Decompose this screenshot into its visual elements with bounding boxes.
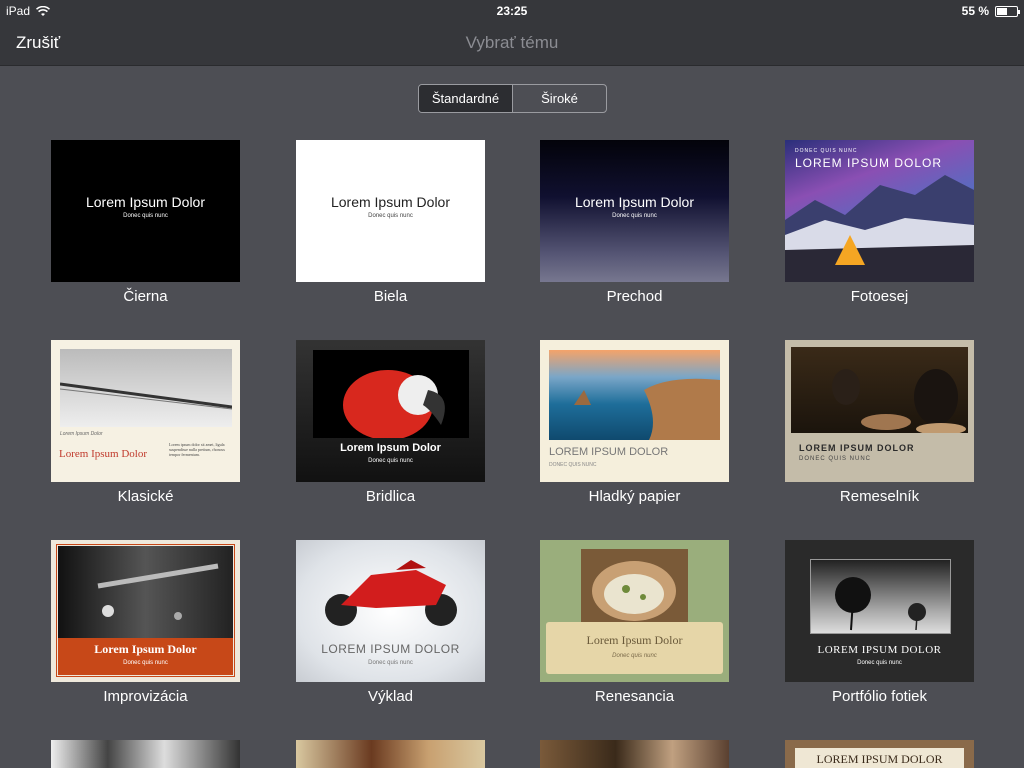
parrot-photo bbox=[313, 350, 469, 440]
thumb-title: LOREM IPSUM DOLOR bbox=[816, 752, 943, 766]
coast-photo bbox=[549, 350, 720, 440]
pottery-photo bbox=[791, 347, 968, 435]
thumb-title: Lorem Ipsum Dolor bbox=[586, 633, 683, 647]
theme-label: Bridlica bbox=[365, 488, 416, 505]
thumb-subtitle: Donec quis nunc bbox=[368, 458, 413, 464]
thumb-title: Lorem Ipsum Dolor bbox=[94, 642, 197, 656]
theme-label: Čierna bbox=[123, 288, 168, 305]
thumb-subtitle: Donec quis nunc bbox=[368, 213, 413, 219]
thumb-body: Lorem ipsum dolor sit amet, ligula suspe… bbox=[169, 442, 225, 458]
navigation-bar: Zrušiť Vybrať tému bbox=[0, 22, 1024, 66]
theme-label: Portfólio fotiek bbox=[831, 688, 928, 705]
size-segmented-control: Štandardné Široké bbox=[418, 84, 607, 113]
tree-photo bbox=[810, 559, 951, 634]
thumb-subtitle: Donec quis nunc bbox=[612, 653, 657, 659]
theme-label: Výklad bbox=[367, 688, 414, 705]
thumb-title: Lorem Ipsum Dolor bbox=[574, 194, 695, 210]
theme-thumbnail[interactable]: Lorem Ipsum Dolor Donec quis nunc bbox=[296, 140, 485, 282]
battery-icon bbox=[995, 5, 1020, 17]
theme-thumbnail[interactable]: LOREM IPSUM DOLOR bbox=[785, 740, 974, 768]
theme-row4-4[interactable]: LOREM IPSUM DOLOR bbox=[785, 740, 974, 768]
theme-label: Improvizácia bbox=[103, 688, 188, 705]
theme-label: Fotoesej bbox=[850, 288, 909, 305]
thumb-title: LOREM IPSUM DOLOR bbox=[321, 642, 460, 656]
thumb-title: LOREM IPSUM DOLOR bbox=[549, 446, 669, 458]
theme-fotoesej[interactable]: DONEC QUIS NUNC LOREM IPSUM DOLOR Fotoes… bbox=[785, 140, 974, 305]
status-right: 55 % bbox=[961, 4, 1020, 18]
thumb-title: Lorem Ipsum Dolor bbox=[330, 194, 451, 210]
battery-fill bbox=[997, 7, 1008, 15]
segment-standard[interactable]: Štandardné bbox=[419, 85, 512, 112]
theme-remeselnik[interactable]: LOREM IPSUM DOLOR DONEC QUIS NUNC Remese… bbox=[785, 340, 974, 505]
theme-thumbnail[interactable]: LOREM IPSUM DOLOR Donec quis nunc bbox=[296, 540, 485, 682]
thumb-subtitle: Donec quis nunc bbox=[368, 660, 413, 666]
page-title: Vybrať tému bbox=[465, 33, 559, 52]
thumb-title: LOREM IPSUM DOLOR bbox=[795, 156, 943, 170]
thumb-subtitle: Donec quis nunc bbox=[857, 660, 902, 666]
theme-thumbnail[interactable]: Lorem Ipsum Dolor Donec quis nunc bbox=[51, 140, 240, 282]
thumb-title: Lorem Ipsum Dolor bbox=[85, 194, 206, 210]
trumpet-photo bbox=[58, 546, 233, 638]
theme-prechod[interactable]: Lorem Ipsum Dolor Donec quis nunc Precho… bbox=[540, 140, 729, 305]
theme-thumbnail[interactable]: Lorem Ipsum Dolor Donec quis nunc bbox=[51, 540, 240, 682]
parchment-banner bbox=[546, 622, 723, 674]
theme-row4-3[interactable] bbox=[540, 740, 729, 768]
theme-portfolio-fotiek[interactable]: LOREM IPSUM DOLOR Donec quis nunc Portfó… bbox=[785, 540, 974, 705]
theme-thumbnail[interactable]: LOREM IPSUM DOLOR DONEC QUIS NUNC bbox=[785, 340, 974, 482]
thumb-title: Lorem Ipsum Dolor bbox=[340, 442, 441, 454]
theme-improvizacia[interactable]: Lorem Ipsum Dolor Donec quis nunc Improv… bbox=[51, 540, 240, 705]
thumb-subtitle: DONEC QUIS NUNC bbox=[799, 456, 872, 462]
segment-wide[interactable]: Široké bbox=[512, 85, 606, 112]
theme-thumbnail[interactable] bbox=[540, 740, 729, 768]
thumb-subtitle: Donec quis nunc bbox=[612, 213, 657, 219]
thumb-title: LOREM IPSUM DOLOR bbox=[817, 644, 942, 656]
theme-thumbnail[interactable]: Lorem Ipsum Dolor Donec quis nunc bbox=[540, 540, 729, 682]
theme-bridlica[interactable]: Lorem Ipsum Dolor Donec quis nunc Bridli… bbox=[296, 340, 485, 505]
status-time: 23:25 bbox=[496, 4, 528, 18]
theme-thumbnail[interactable]: Lorem Ipsum Dolor Lorem Ipsum Dolor Lore… bbox=[51, 340, 240, 482]
theme-thumbnail[interactable]: LOREM IPSUM DOLOR Donec quis nunc bbox=[785, 540, 974, 682]
bridge-photo bbox=[59, 349, 233, 427]
theme-row4-1[interactable] bbox=[51, 740, 240, 768]
food-photo bbox=[581, 549, 688, 629]
theme-row4-2[interactable] bbox=[296, 740, 485, 768]
thumb-subtitle: Lorem Ipsum Dolor bbox=[60, 431, 103, 437]
theme-label: Prechod bbox=[606, 288, 663, 305]
theme-label: Remeselník bbox=[839, 488, 920, 505]
theme-thumbnail[interactable]: Lorem Ipsum Dolor Donec quis nunc bbox=[540, 140, 729, 282]
thumb-subtitle: DONEC QUIS NUNC bbox=[549, 462, 597, 468]
theme-label: Hladký papier bbox=[588, 488, 681, 505]
theme-thumbnail[interactable] bbox=[51, 740, 240, 768]
thumb-subtitle: Donec quis nunc bbox=[123, 213, 168, 219]
theme-thumbnail[interactable] bbox=[296, 740, 485, 768]
thumb-title: Lorem Ipsum Dolor bbox=[59, 448, 147, 460]
theme-thumbnail[interactable]: LOREM IPSUM DOLOR DONEC QUIS NUNC bbox=[540, 340, 729, 482]
theme-label: Renesancia bbox=[594, 688, 675, 705]
theme-label: Klasické bbox=[117, 488, 174, 505]
theme-biela[interactable]: Lorem Ipsum Dolor Donec quis nunc Biela bbox=[296, 140, 485, 305]
theme-klasicke[interactable]: Lorem Ipsum Dolor Lorem Ipsum Dolor Lore… bbox=[51, 340, 240, 505]
thumb-subtitle: Donec quis nunc bbox=[123, 660, 168, 666]
theme-renesancia[interactable]: Lorem Ipsum Dolor Donec quis nunc Renesa… bbox=[540, 540, 729, 705]
theme-thumbnail[interactable]: Lorem Ipsum Dolor Donec quis nunc bbox=[296, 340, 485, 482]
theme-label: Biela bbox=[373, 288, 408, 305]
battery-percent: 55 % bbox=[961, 4, 989, 18]
thumb-subtitle: DONEC QUIS NUNC bbox=[795, 148, 858, 154]
theme-cierna[interactable]: Lorem Ipsum Dolor Donec quis nunc Čierna bbox=[51, 140, 240, 305]
theme-thumbnail[interactable]: DONEC QUIS NUNC LOREM IPSUM DOLOR bbox=[785, 140, 974, 282]
status-bar: iPad 23:25 55 % bbox=[0, 0, 1024, 22]
theme-vyklad[interactable]: LOREM IPSUM DOLOR Donec quis nunc Výklad bbox=[296, 540, 485, 705]
theme-hladky-papier[interactable]: LOREM IPSUM DOLOR DONEC QUIS NUNC Hladký… bbox=[540, 340, 729, 505]
thumb-title: LOREM IPSUM DOLOR bbox=[799, 443, 915, 453]
